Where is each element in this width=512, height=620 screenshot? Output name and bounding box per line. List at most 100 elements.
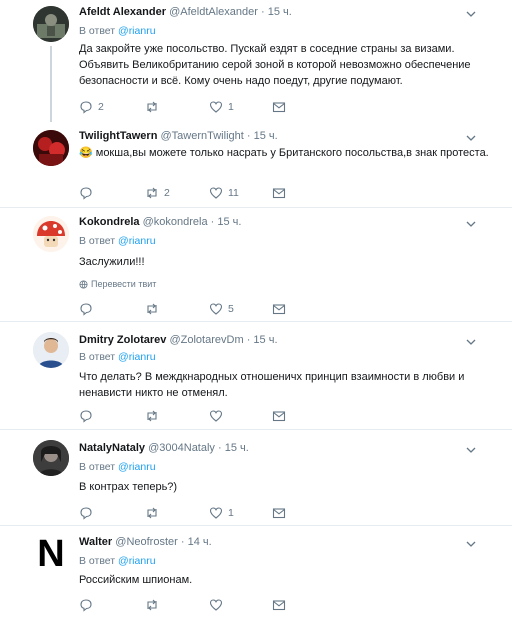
display-name[interactable]: TwilightTawern bbox=[79, 130, 157, 142]
retweet-button[interactable] bbox=[145, 301, 164, 317]
like-count: 5 bbox=[228, 303, 234, 315]
reply-button[interactable] bbox=[79, 301, 98, 317]
reply-button[interactable] bbox=[79, 597, 98, 613]
timestamp[interactable]: 15 ч. bbox=[217, 216, 241, 228]
retweet-button[interactable]: 2 bbox=[145, 185, 170, 201]
display-name[interactable]: Walter bbox=[79, 536, 112, 548]
reply-mention-link[interactable]: @rianru bbox=[118, 25, 156, 37]
direct-message-button[interactable] bbox=[272, 597, 286, 613]
display-name[interactable]: NatalyNataly bbox=[79, 442, 145, 454]
avatar[interactable] bbox=[33, 440, 69, 476]
retweet-button[interactable] bbox=[145, 597, 164, 613]
avatar[interactable] bbox=[33, 6, 69, 42]
heart-icon bbox=[209, 410, 223, 422]
avatar[interactable] bbox=[33, 332, 69, 368]
globe-icon bbox=[79, 279, 88, 289]
envelope-icon bbox=[272, 411, 286, 422]
user-handle[interactable]: @kokondrela bbox=[143, 216, 208, 228]
retweet-button[interactable] bbox=[145, 505, 164, 521]
separator-dot: · bbox=[210, 216, 215, 228]
chevron-down-icon[interactable] bbox=[466, 9, 476, 19]
envelope-icon bbox=[272, 508, 286, 519]
tweet-kokondrela[interactable]: Kokondrela @kokondrela · 15 ч. В ответ @… bbox=[0, 208, 512, 322]
chevron-down-icon[interactable] bbox=[466, 337, 476, 347]
user-handle[interactable]: @ZolotarevDm bbox=[169, 334, 243, 346]
retweet-icon bbox=[147, 303, 157, 315]
retweet-icon bbox=[147, 187, 157, 199]
direct-message-button[interactable] bbox=[272, 301, 286, 317]
envelope-icon bbox=[272, 102, 286, 113]
like-button[interactable]: 5 bbox=[209, 301, 234, 317]
tweet-text: Российским шпионам. bbox=[79, 574, 193, 586]
chevron-down-icon[interactable] bbox=[466, 133, 476, 143]
reply-context: В ответ @rianru bbox=[79, 461, 156, 473]
like-button[interactable]: 1 bbox=[209, 99, 234, 115]
reply-button[interactable] bbox=[79, 505, 98, 521]
avatar[interactable] bbox=[33, 130, 69, 166]
reply-mention-link[interactable]: @rianru bbox=[118, 235, 156, 247]
chevron-down-icon[interactable] bbox=[466, 219, 476, 229]
separator-dot: · bbox=[180, 536, 185, 548]
reply-count: 2 bbox=[98, 101, 104, 113]
separator-dot: · bbox=[218, 442, 222, 454]
envelope-icon bbox=[272, 304, 286, 315]
retweet-icon bbox=[147, 101, 157, 113]
direct-message-button[interactable] bbox=[272, 505, 286, 521]
timestamp[interactable]: 15 ч. bbox=[254, 130, 278, 142]
avatar[interactable] bbox=[33, 216, 69, 252]
retweet-button[interactable] bbox=[145, 99, 164, 115]
retweet-count: 2 bbox=[164, 187, 170, 199]
reply-icon bbox=[80, 303, 92, 316]
avatar[interactable]: N bbox=[33, 536, 69, 572]
reply-button[interactable] bbox=[79, 408, 98, 424]
display-name[interactable]: Afeldt Alexander bbox=[79, 6, 166, 18]
chevron-down-icon[interactable] bbox=[466, 445, 476, 455]
reply-prefix: В ответ bbox=[79, 351, 116, 363]
translate-link[interactable]: Перевести твит bbox=[79, 279, 156, 289]
tweet-afeldt[interactable]: Afeldt Alexander @AfeldtAlexander · 15 ч… bbox=[0, 0, 512, 120]
retweet-button[interactable] bbox=[145, 408, 164, 424]
tweet-header: Dmitry Zolotarev @ZolotarevDm · 15 ч. bbox=[79, 334, 278, 346]
direct-message-button[interactable] bbox=[272, 99, 286, 115]
tweet-text: Да закройте уже посольство. Пускай ездят… bbox=[79, 43, 471, 87]
heart-icon bbox=[209, 101, 223, 113]
like-count: 11 bbox=[228, 187, 239, 199]
timestamp[interactable]: 14 ч. bbox=[188, 536, 212, 548]
user-handle[interactable]: @Neofroster bbox=[115, 536, 178, 548]
like-button[interactable] bbox=[209, 597, 228, 613]
tweet-twilighttawern[interactable]: TwilightTawern @TawernTwilight · 15 ч. 😂… bbox=[0, 122, 512, 208]
reply-icon bbox=[80, 187, 92, 200]
user-handle[interactable]: @TawernTwilight bbox=[161, 130, 244, 142]
translate-label: Перевести твит bbox=[91, 279, 157, 289]
tweet-walter[interactable]: N Walter @Neofroster · 14 ч. В ответ @ri… bbox=[0, 526, 512, 620]
reply-button[interactable] bbox=[79, 185, 98, 201]
display-name[interactable]: Kokondrela bbox=[79, 216, 140, 228]
retweet-icon bbox=[147, 599, 157, 611]
tweet-natalynataly[interactable]: NatalyNataly @3004Nataly · 15 ч. В ответ… bbox=[0, 430, 512, 526]
like-button[interactable]: 11 bbox=[209, 185, 239, 201]
like-button[interactable]: 1 bbox=[209, 505, 234, 521]
user-handle[interactable]: @3004Nataly bbox=[148, 442, 215, 454]
like-count: 1 bbox=[228, 507, 234, 519]
tweet-zolotarev[interactable]: Dmitry Zolotarev @ZolotarevDm · 15 ч. В … bbox=[0, 322, 512, 430]
reply-context: В ответ @rianru bbox=[79, 351, 156, 363]
direct-message-button[interactable] bbox=[272, 408, 286, 424]
like-button[interactable] bbox=[209, 408, 228, 424]
reply-button[interactable]: 2 bbox=[79, 99, 104, 115]
timestamp[interactable]: 15 ч. bbox=[268, 6, 292, 18]
tweet-text: 😂 мокша,вы можете только насрать у Брита… bbox=[79, 147, 489, 159]
heart-icon bbox=[209, 303, 223, 315]
chevron-down-icon[interactable] bbox=[466, 539, 476, 549]
heart-icon bbox=[209, 507, 223, 519]
tweet-header: Afeldt Alexander @AfeldtAlexander · 15 ч… bbox=[79, 6, 292, 18]
direct-message-button[interactable] bbox=[272, 185, 286, 201]
timestamp[interactable]: 15 ч. bbox=[225, 442, 249, 454]
reply-prefix: В ответ bbox=[79, 235, 116, 247]
reply-mention-link[interactable]: @rianru bbox=[118, 461, 156, 473]
separator-dot: · bbox=[260, 6, 265, 18]
display-name[interactable]: Dmitry Zolotarev bbox=[79, 334, 166, 346]
reply-mention-link[interactable]: @rianru bbox=[118, 555, 156, 567]
reply-mention-link[interactable]: @rianru bbox=[118, 351, 156, 363]
timestamp[interactable]: 15 ч. bbox=[253, 334, 277, 346]
user-handle[interactable]: @AfeldtAlexander bbox=[169, 6, 258, 18]
